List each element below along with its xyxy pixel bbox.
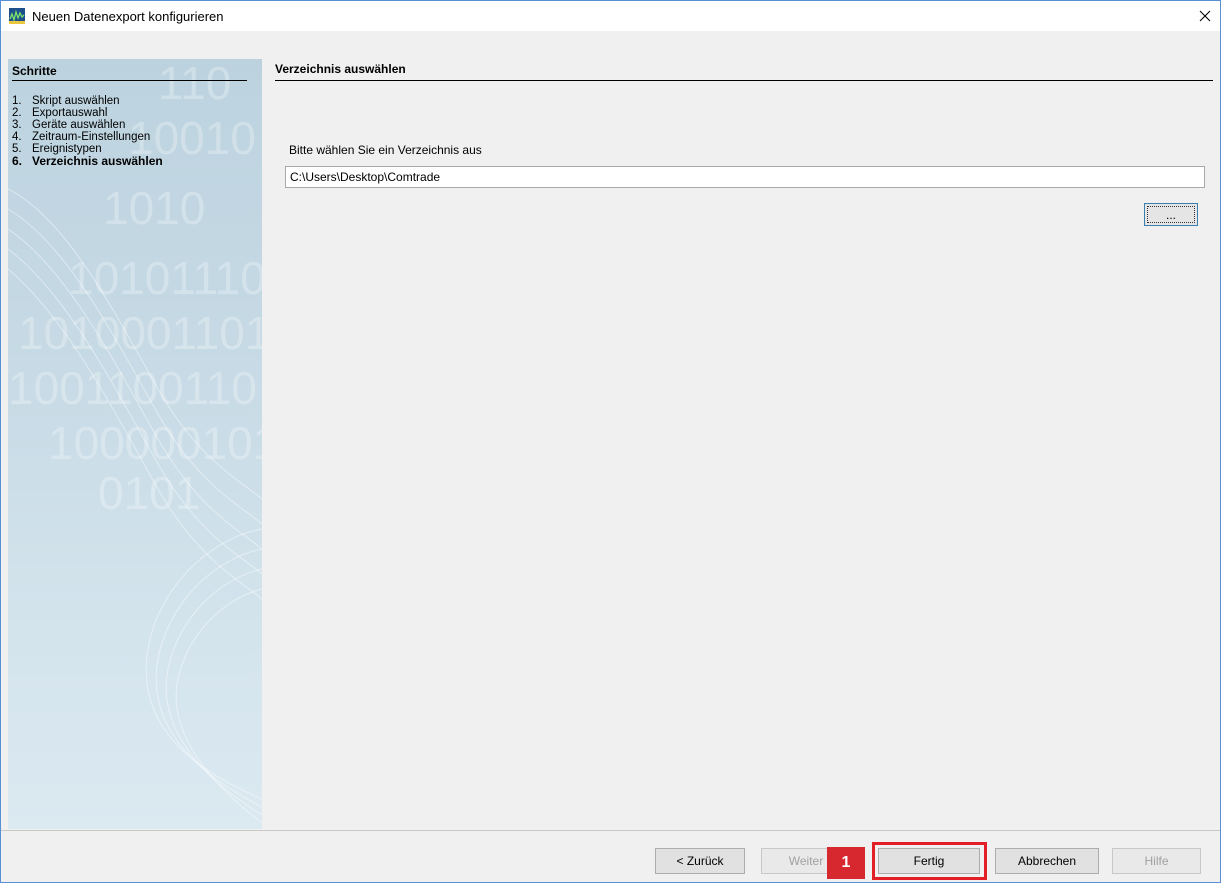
step-item: 2. Exportauswahl xyxy=(12,107,163,119)
directory-input[interactable] xyxy=(285,166,1205,188)
step-number: 6. xyxy=(12,154,23,168)
step-item: 4. Zeitraum-Einstellungen xyxy=(12,131,163,143)
step-number: 1. xyxy=(12,95,22,107)
sidebar-background-graphic: 110 10010 1010 10101110 1010001101 10011… xyxy=(8,59,262,824)
app-icon xyxy=(9,8,25,24)
step-number: 2. xyxy=(12,107,22,119)
footer-divider xyxy=(1,830,1220,831)
close-button[interactable] xyxy=(1190,1,1220,31)
step-number: 3. xyxy=(12,119,22,131)
steps-header: Schritte xyxy=(12,64,247,81)
step-item-active: 6. Verzeichnis auswählen xyxy=(12,155,163,167)
svg-text:1001100110: 1001100110 xyxy=(8,362,257,414)
browse-button-label: ... xyxy=(1147,206,1195,223)
step-item: 1. Skript auswählen xyxy=(12,95,163,107)
step-label: Zeitraum-Einstellungen xyxy=(32,131,151,143)
export-dialog-window: Neuen Datenexport konfigurieren 110 1001… xyxy=(0,0,1221,883)
step-label: Geräte auswählen xyxy=(32,119,126,131)
browse-button[interactable]: ... xyxy=(1144,203,1198,226)
step-label: Verzeichnis auswählen xyxy=(32,154,163,168)
step-label: Skript auswählen xyxy=(32,95,120,107)
svg-text:0101: 0101 xyxy=(98,467,200,519)
step-label: Exportauswahl xyxy=(32,107,108,119)
back-button[interactable]: < Zurück xyxy=(655,848,745,874)
help-button[interactable]: Hilfe xyxy=(1112,848,1201,874)
svg-text:1010: 1010 xyxy=(103,182,205,234)
annotation-badge: 1 xyxy=(827,847,865,879)
title-bar[interactable]: Neuen Datenexport konfigurieren xyxy=(1,1,1220,31)
step-number: 4. xyxy=(12,131,22,143)
steps-sidebar: 110 10010 1010 10101110 1010001101 10011… xyxy=(8,59,262,829)
svg-text:1000001010: 1000001010 xyxy=(48,417,262,469)
directory-label: Bitte wählen Sie ein Verzeichnis aus xyxy=(289,143,482,157)
close-icon xyxy=(1199,10,1211,22)
section-title: Verzeichnis auswählen xyxy=(275,62,1213,81)
cancel-button[interactable]: Abbrechen xyxy=(995,848,1099,874)
svg-text:1010001101: 1010001101 xyxy=(18,307,262,359)
steps-list: 1. Skript auswählen 2. Exportauswahl 3. Ger… xyxy=(12,95,163,167)
svg-text:10101110: 10101110 xyxy=(68,252,262,304)
window-title: Neuen Datenexport konfigurieren xyxy=(32,9,224,24)
step-item: 3. Geräte auswählen xyxy=(12,119,163,131)
finish-button-highlight xyxy=(872,842,987,880)
